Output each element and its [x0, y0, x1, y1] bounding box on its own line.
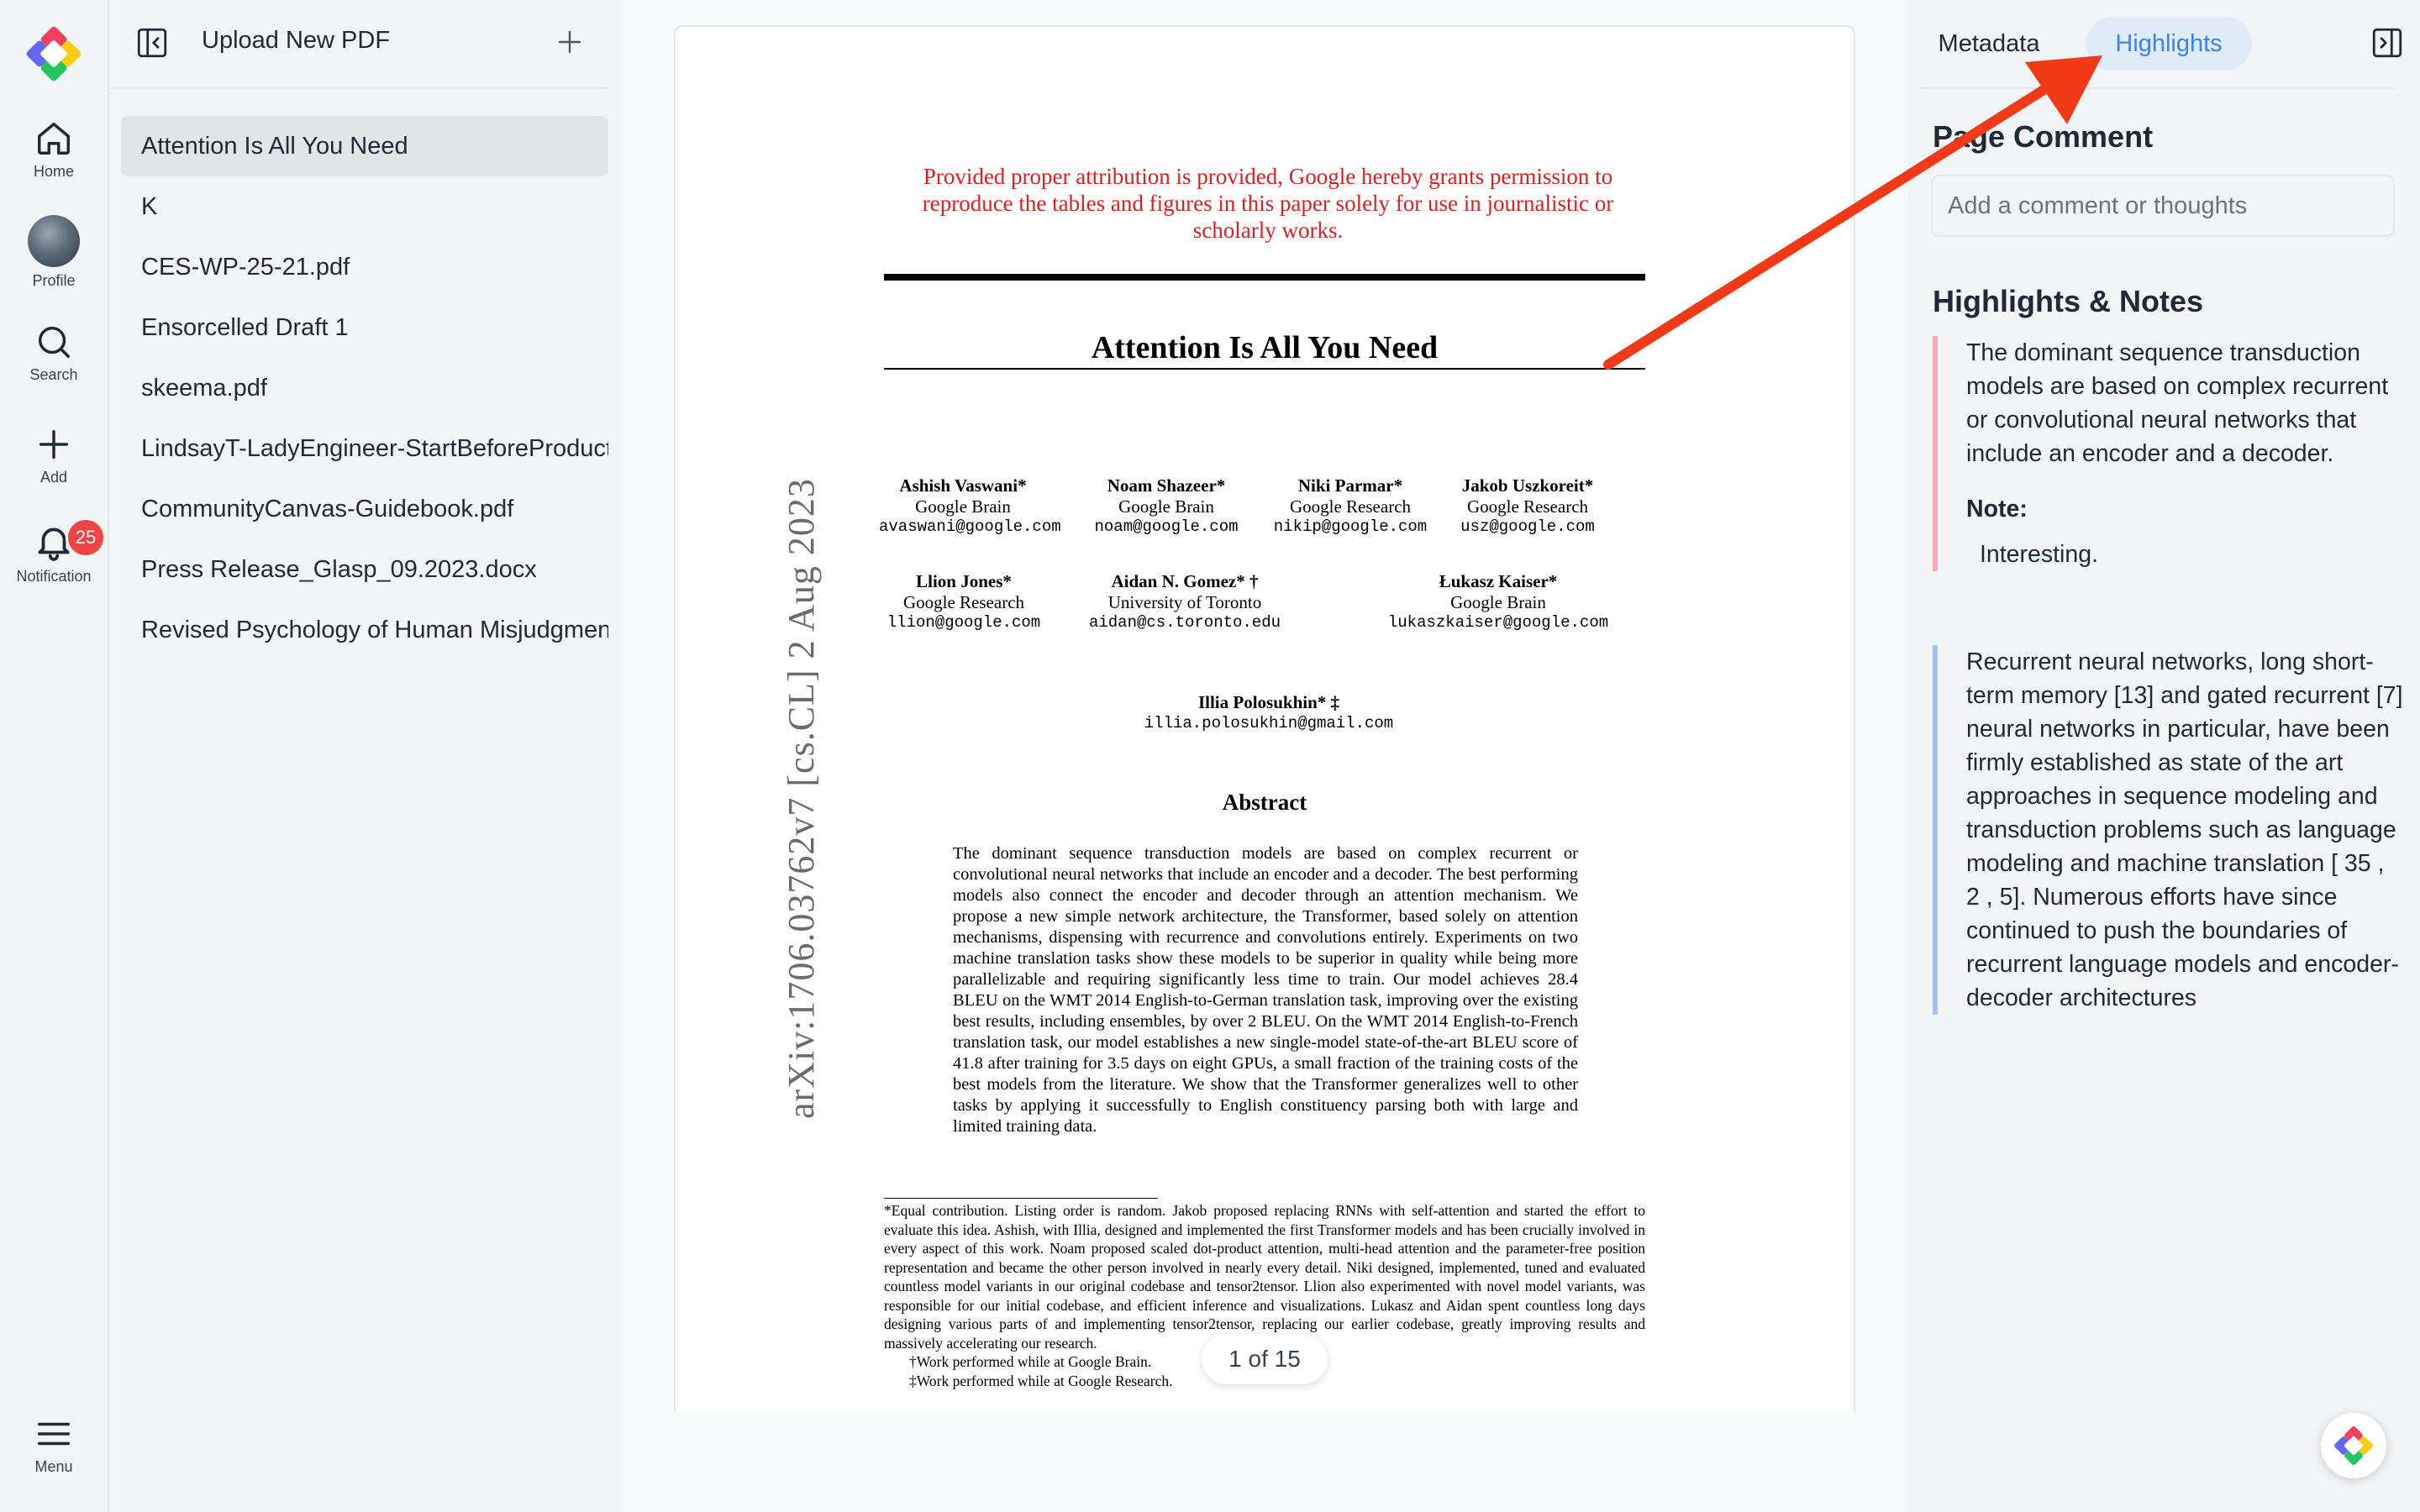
author-name: Niki Parmar*: [1297, 475, 1403, 496]
attribution-note: Provided proper attribution is provided,…: [922, 164, 1614, 243]
nav-profile-label: Profile: [32, 272, 76, 289]
glasp-floating-button[interactable]: [2321, 1413, 2386, 1478]
page-comment-input[interactable]: [1931, 175, 2395, 237]
author-affiliation: Google Brain: [915, 496, 1011, 517]
document-viewer[interactable]: Provided proper attribution is provided,…: [623, 0, 1907, 1512]
author-name: Aidan N. Gomez* †: [1111, 571, 1259, 591]
highlight-card[interactable]: Recurrent neural networks, long short-te…: [1933, 645, 2403, 1015]
author-block: Illia Polosukhin* ‡ illia.polosukhin@gma…: [1143, 692, 1395, 733]
avatar: [28, 215, 80, 267]
nav-search-label: Search: [29, 366, 78, 383]
author-email: usz@google.com: [1460, 517, 1595, 536]
highlight-text: Recurrent neural networks, long short-te…: [1966, 648, 2403, 1011]
glasp-logo-icon: [2334, 1426, 2373, 1465]
file-item[interactable]: Revised Psychology of Human Misjudgment: [121, 600, 608, 660]
author-block: Łukasz Kaiser* Google Brain lukaszkaiser…: [1376, 571, 1620, 633]
author-block: Niki Parmar* Google Research nikip@googl…: [1269, 475, 1432, 537]
file-item[interactable]: LindsayT-LadyEngineer-StartBeforeProduct: [121, 418, 608, 479]
author-affiliation: Google Brain: [1450, 592, 1546, 612]
highlights-heading: Highlights & Notes: [1933, 284, 2203, 318]
file-item[interactable]: Ensorcelled Draft 1: [121, 297, 608, 358]
search-icon: [38, 326, 70, 358]
author-email: aidan@cs.toronto.edu: [1088, 613, 1281, 632]
page-comment-heading: Page Comment: [1933, 119, 2154, 154]
abstract-text[interactable]: The dominant sequence transduction model…: [953, 843, 1578, 1137]
file-panel: Upload New PDF Attention Is All You Need…: [109, 0, 622, 1512]
author-affiliation: University of Toronto: [1107, 592, 1262, 612]
file-item[interactable]: CES-WP-25-21.pdf: [121, 237, 608, 297]
author-name: Ashish Vaswani*: [899, 475, 1027, 496]
nav-menu-label: Menu: [34, 1458, 73, 1475]
file-item[interactable]: skeema.pdf: [121, 358, 608, 418]
abstract-heading: Abstract: [1222, 790, 1307, 815]
author-email: nikip@google.com: [1273, 517, 1428, 536]
author-email: illia.polosukhin@gmail.com: [1144, 714, 1394, 732]
author-block: Jakob Uszkoreit* Google Research usz@goo…: [1452, 475, 1603, 537]
footnote-rule: [884, 1198, 1158, 1199]
author-name: Llion Jones*: [916, 571, 1012, 591]
nav-search[interactable]: Search: [0, 323, 108, 384]
author-email: lukaszkaiser@google.com: [1387, 613, 1609, 632]
author-affiliation: Google Research: [1466, 496, 1589, 517]
author-name: Illia Polosukhin* ‡: [1197, 692, 1340, 712]
nav-profile[interactable]: Profile: [0, 215, 108, 290]
glasp-logo-icon: [26, 26, 82, 81]
file-item[interactable]: Press Release_Glasp_09.2023.docx: [121, 539, 608, 600]
note-label: Note:: [1966, 496, 2028, 522]
notification-badge: 25: [66, 517, 106, 558]
author-name: Noam Shazeer*: [1107, 475, 1226, 496]
file-panel-header: Upload New PDF: [109, 0, 608, 89]
app-logo[interactable]: [0, 22, 108, 86]
title-rule-top: [884, 274, 1645, 281]
nav-add[interactable]: Add: [0, 425, 108, 486]
author-name: Jakob Uszkoreit*: [1461, 475, 1594, 496]
nav-menu[interactable]: Menu: [0, 1415, 108, 1476]
nav-rail: Home Profile Search Add 25 Notification …: [0, 0, 109, 1512]
footnote-equal-contribution: *Equal contribution. Listing order is ra…: [884, 1202, 1645, 1352]
author-block: Ashish Vaswani* Google Brain avaswani@go…: [879, 475, 1061, 537]
paper-title: Attention Is All You Need: [1091, 330, 1439, 365]
file-item-active[interactable]: Attention Is All You Need: [121, 116, 608, 176]
collapse-right-panel-icon[interactable]: [2370, 25, 2405, 60]
nav-home[interactable]: Home: [0, 119, 108, 181]
menu-icon: [38, 1422, 70, 1446]
nav-notification-label: Notification: [16, 568, 92, 585]
author-email: noam@google.com: [1094, 517, 1239, 536]
panel-tabs: Metadata Highlights: [1919, 0, 2402, 89]
highlight-text: The dominant sequence transduction model…: [1966, 339, 2389, 467]
title-rule-bottom: [884, 368, 1645, 370]
author-affiliation: Google Research: [902, 592, 1025, 612]
nav-notification[interactable]: 25 Notification: [0, 517, 108, 585]
author-email: llion@google.com: [886, 613, 1041, 632]
file-item[interactable]: CommunityCanvas-Guidebook.pdf: [121, 479, 608, 539]
arxiv-identifier: arXiv:1706.03762v7 [cs.CL] 2 Aug 2023: [781, 478, 822, 1119]
collapse-sidebar-icon[interactable]: [134, 25, 170, 60]
pdf-page[interactable]: Provided proper attribution is provided,…: [674, 25, 1855, 1413]
plus-icon: [39, 429, 69, 459]
author-email: avaswani@google.com: [879, 517, 1061, 536]
nav-home-label: Home: [33, 163, 74, 180]
add-file-icon[interactable]: [555, 27, 585, 57]
file-item[interactable]: K: [121, 176, 608, 237]
page-indicator: 1 of 15: [1202, 1334, 1328, 1384]
annotation-panel: Metadata Highlights Page Comment Highlig…: [1907, 0, 2420, 1512]
author-name: Łukasz Kaiser*: [1439, 571, 1558, 591]
upload-new-pdf-title[interactable]: Upload New PDF: [202, 27, 390, 55]
author-block: Llion Jones* Google Research llion@googl…: [884, 571, 1044, 633]
note-text: Interesting.: [1980, 541, 2098, 568]
home-icon: [38, 123, 70, 155]
tab-metadata[interactable]: Metadata: [1919, 17, 2059, 71]
tab-highlights[interactable]: Highlights: [2086, 17, 2252, 71]
author-affiliation: Google Research: [1289, 496, 1412, 517]
author-affiliation: Google Brain: [1118, 496, 1214, 517]
author-block: Aidan N. Gomez* † University of Toronto …: [1076, 571, 1294, 633]
author-block: Noam Shazeer* Google Brain noam@google.c…: [1091, 475, 1242, 537]
nav-add-label: Add: [39, 469, 68, 486]
highlight-card[interactable]: The dominant sequence transduction model…: [1933, 336, 2403, 571]
